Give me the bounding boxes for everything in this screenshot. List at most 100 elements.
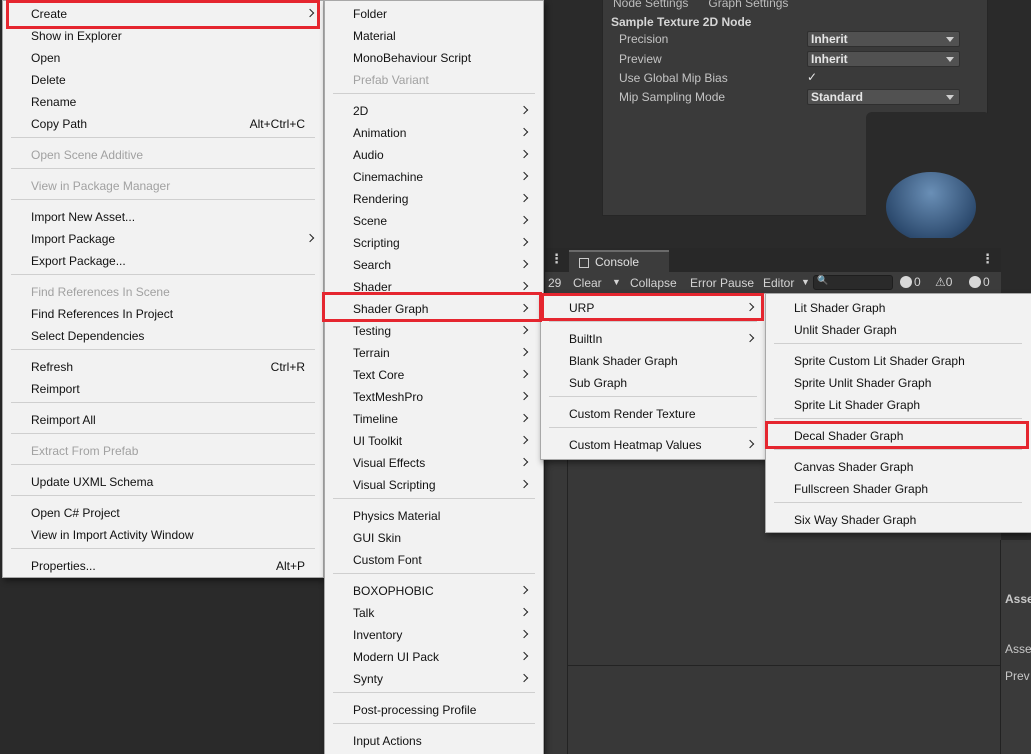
menu-item-scene[interactable]: Scene	[325, 210, 543, 232]
preview-label: Prev	[1005, 669, 1030, 683]
clear-button[interactable]: Clear	[573, 276, 602, 290]
menu-item-gui-skin[interactable]: GUI Skin	[325, 527, 543, 549]
menu-item-input-actions[interactable]: Input Actions	[325, 730, 543, 752]
chevron-right-icon	[519, 281, 529, 291]
menu-item-copy-path[interactable]: Copy Path Alt+Ctrl+C	[3, 113, 323, 135]
menu-item-physics-material[interactable]: Physics Material	[325, 505, 543, 527]
tab-console[interactable]: Console	[569, 250, 669, 272]
menu-item-fullscreen-shader-graph[interactable]: Fullscreen Shader Graph	[766, 478, 1030, 500]
menu-item-label: 2D	[353, 104, 369, 118]
menu-item-import-new-asset[interactable]: Import New Asset...	[3, 206, 323, 228]
tab-node-settings[interactable]: Node Settings	[613, 0, 688, 10]
menu-item-update-uxml-schema[interactable]: Update UXML Schema	[3, 471, 323, 493]
mip-sampling-dropdown[interactable]: Standard	[807, 89, 960, 105]
menu-item-reimport[interactable]: Reimport	[3, 378, 323, 400]
menu-item-rename[interactable]: Rename	[3, 91, 323, 113]
menu-item-text-core[interactable]: Text Core	[325, 364, 543, 386]
error-pause-button[interactable]: Error Pause	[690, 276, 754, 290]
menu-item-reimport-all[interactable]: Reimport All	[3, 409, 323, 431]
shortcut-label: Alt+Ctrl+C	[249, 117, 305, 131]
menu-item-label: Refresh	[31, 360, 74, 374]
menu-item-inventory[interactable]: Inventory	[325, 624, 543, 646]
menu-item-sprite-custom-lit-shader-graph[interactable]: Sprite Custom Lit Shader Graph	[766, 350, 1030, 372]
precision-value: Inherit	[811, 32, 848, 46]
menu-item-terrain[interactable]: Terrain	[325, 342, 543, 364]
menu-item-cinemachine[interactable]: Cinemachine	[325, 166, 543, 188]
menu-item-custom-heatmap-values[interactable]: Custom Heatmap Values	[541, 434, 765, 456]
menu-item-export-package[interactable]: Export Package...	[3, 250, 323, 272]
menu-item-unlit-shader-graph[interactable]: Unlit Shader Graph	[766, 319, 1030, 341]
menu-separator	[774, 343, 1022, 344]
clear-dropdown-icon[interactable]: ▼	[612, 277, 621, 287]
chevron-right-icon	[519, 479, 529, 489]
menu-item-sprite-lit-shader-graph[interactable]: Sprite Lit Shader Graph	[766, 394, 1030, 416]
preview-dropdown[interactable]: Inherit	[807, 51, 960, 67]
menu-item-material[interactable]: Material	[325, 25, 543, 47]
global-mip-bias-checkbox[interactable]: ✓	[807, 70, 817, 84]
dropdown-arrow-icon	[946, 37, 954, 42]
menu-separator	[11, 199, 315, 200]
menu-item-folder[interactable]: Folder	[325, 3, 543, 25]
menu-item-talk[interactable]: Talk	[325, 602, 543, 624]
menu-separator	[333, 692, 535, 693]
console-icon	[579, 258, 589, 268]
menu-item-blank-shader-graph[interactable]: Blank Shader Graph	[541, 350, 765, 372]
menu-item-visual-scripting[interactable]: Visual Scripting	[325, 474, 543, 496]
menu-item-scripting[interactable]: Scripting	[325, 232, 543, 254]
menu-item-select-dependencies[interactable]: Select Dependencies	[3, 325, 323, 347]
menu-item-open[interactable]: Open	[3, 47, 323, 69]
chevron-right-icon	[519, 127, 529, 137]
error-count-toggle[interactable]: 0	[969, 275, 990, 291]
menu-item-2d[interactable]: 2D	[325, 100, 543, 122]
log-count-toggle[interactable]: 0	[900, 275, 921, 291]
console-search-input[interactable]: 🔍	[813, 275, 893, 290]
menu-item-sub-graph[interactable]: Sub Graph	[541, 372, 765, 394]
menu-item-refresh[interactable]: Refresh Ctrl+R	[3, 356, 323, 378]
tab-graph-settings[interactable]: Graph Settings	[708, 0, 788, 10]
menu-item-testing[interactable]: Testing	[325, 320, 543, 342]
menu-item-synty[interactable]: Synty	[325, 668, 543, 690]
menu-separator	[333, 573, 535, 574]
menu-item-monobehaviour-script[interactable]: MonoBehaviour Script	[325, 47, 543, 69]
warning-count-toggle[interactable]: ⚠0	[935, 275, 952, 291]
menu-item-find-references-in-project[interactable]: Find References In Project	[3, 303, 323, 325]
menu-item-timeline[interactable]: Timeline	[325, 408, 543, 430]
menu-item-open-c-project[interactable]: Open C# Project	[3, 502, 323, 524]
menu-separator	[11, 168, 315, 169]
menu-item-builtin[interactable]: BuiltIn	[541, 328, 765, 350]
more-icon[interactable]: ⋮	[550, 251, 563, 267]
menu-item-lit-shader-graph[interactable]: Lit Shader Graph	[766, 297, 1030, 319]
menu-item-canvas-shader-graph[interactable]: Canvas Shader Graph	[766, 456, 1030, 478]
info-icon	[900, 276, 912, 288]
menu-item-boxophobic[interactable]: BOXOPHOBIC	[325, 580, 543, 602]
menu-item-label: Scripting	[353, 236, 400, 250]
editor-dropdown[interactable]: Editor	[763, 276, 794, 290]
menu-item-six-way-shader-graph[interactable]: Six Way Shader Graph	[766, 509, 1030, 531]
mip-sampling-value: Standard	[811, 90, 864, 104]
menu-item-label: Import New Asset...	[31, 210, 136, 224]
menu-item-modern-ui-pack[interactable]: Modern UI Pack	[325, 646, 543, 668]
menu-separator	[11, 464, 315, 465]
menu-item-find-references-in-scene: Find References In Scene	[3, 281, 323, 303]
menu-item-custom-render-texture[interactable]: Custom Render Texture	[541, 403, 765, 425]
menu-item-rendering[interactable]: Rendering	[325, 188, 543, 210]
collapse-button[interactable]: Collapse	[630, 276, 677, 290]
menu-item-animation[interactable]: Animation	[325, 122, 543, 144]
menu-item-audio[interactable]: Audio	[325, 144, 543, 166]
menu-item-visual-effects[interactable]: Visual Effects	[325, 452, 543, 474]
menu-item-view-in-import-activity-window[interactable]: View in Import Activity Window	[3, 524, 323, 546]
menu-item-import-package[interactable]: Import Package	[3, 228, 323, 250]
menu-item-delete[interactable]: Delete	[3, 69, 323, 91]
precision-dropdown[interactable]: Inherit	[807, 31, 960, 47]
console-menu-icon[interactable]: ⋮	[981, 251, 994, 267]
menu-item-sprite-unlit-shader-graph[interactable]: Sprite Unlit Shader Graph	[766, 372, 1030, 394]
menu-item-textmeshpro[interactable]: TextMeshPro	[325, 386, 543, 408]
menu-item-post-processing-profile[interactable]: Post-processing Profile	[325, 699, 543, 721]
menu-item-ui-toolkit[interactable]: UI Toolkit	[325, 430, 543, 452]
menu-item-search[interactable]: Search	[325, 254, 543, 276]
menu-item-custom-font[interactable]: Custom Font	[325, 549, 543, 571]
menu-item-label: Visual Scripting	[353, 478, 436, 492]
preview-value: Inherit	[811, 52, 848, 66]
menu-item-label: Select Dependencies	[31, 329, 145, 343]
menu-item-properties[interactable]: Properties... Alt+P	[3, 555, 323, 577]
